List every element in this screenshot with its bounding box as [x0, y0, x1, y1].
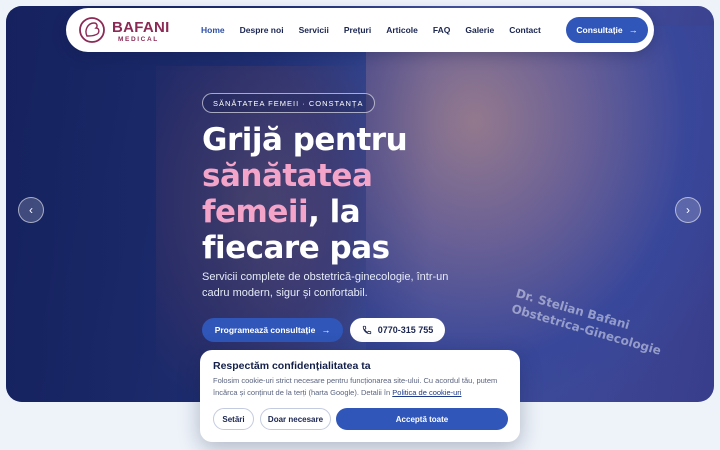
- cookie-title: Respectăm confidențialitatea ta: [213, 360, 371, 372]
- cookie-banner: Respectăm confidențialitatea ta Folosim …: [200, 350, 520, 442]
- cookie-settings-button[interactable]: Setări: [213, 408, 254, 430]
- nav-link-faq[interactable]: FAQ: [433, 25, 450, 35]
- slider-next-button[interactable]: ›: [675, 197, 701, 223]
- chevron-right-icon: ›: [686, 203, 690, 217]
- arrow-right-icon: →: [628, 25, 638, 35]
- consultation-label: Consultație: [576, 25, 623, 35]
- book-consultation-label: Programează consultație: [214, 325, 316, 335]
- chevron-left-icon: ‹: [29, 203, 33, 217]
- hero-tagline: SĂNĂTATEA FEMEII · CONSTANȚA: [202, 93, 375, 113]
- headline-rest: , la: [308, 194, 361, 230]
- nav-link-gallery[interactable]: Galerie: [465, 25, 494, 35]
- brand-subtitle: MEDICAL: [118, 36, 159, 43]
- headline-line-4: fiecare pas: [202, 230, 390, 266]
- cookie-accept-button[interactable]: Acceptă toate: [336, 408, 508, 430]
- phone-icon: [362, 325, 371, 335]
- arrow-right-icon: →: [321, 325, 331, 335]
- headline-line-3: femeii, la: [202, 194, 462, 230]
- consultation-button[interactable]: Consultație →: [566, 17, 648, 43]
- nav-links: Home Despre noi Servicii Prețuri Articol…: [201, 8, 556, 52]
- headline-line-1: Grijă pentru: [202, 122, 408, 158]
- hero-section: Dr. Stelian Bafani Obstetrica-Ginecologi…: [6, 6, 714, 402]
- logo-mark-icon: [79, 17, 105, 43]
- book-consultation-button[interactable]: Programează consultație →: [202, 318, 343, 342]
- nav-link-home[interactable]: Home: [201, 25, 225, 35]
- top-navbar: BAFANI MEDICAL Home Despre noi Servicii …: [66, 8, 654, 52]
- cookie-policy-link[interactable]: Politica de cookie-uri: [392, 388, 461, 397]
- brand-name: BAFANI: [112, 19, 170, 36]
- hero-headline: Grijă pentru sănătatea femeii, la fiecar…: [202, 122, 462, 266]
- cookie-text: Folosim cookie-uri strict necesare pentr…: [213, 375, 513, 399]
- nav-link-articles[interactable]: Articole: [386, 25, 418, 35]
- cookie-necessary-button[interactable]: Doar necesare: [260, 408, 331, 430]
- headline-pink-word: femeii: [202, 194, 309, 230]
- phone-label: 0770-315 755: [377, 325, 434, 335]
- nav-link-services[interactable]: Servicii: [299, 25, 329, 35]
- headline-line-2: sănătatea: [202, 158, 373, 194]
- nav-link-prices[interactable]: Prețuri: [344, 25, 371, 35]
- nav-link-contact[interactable]: Contact: [509, 25, 541, 35]
- brand-logo[interactable]: BAFANI MEDICAL: [78, 14, 170, 46]
- slider-prev-button[interactable]: ‹: [18, 197, 44, 223]
- nav-link-about[interactable]: Despre noi: [240, 25, 284, 35]
- phone-button[interactable]: 0770-315 755: [350, 318, 445, 342]
- hero-subtitle: Servicii complete de obstetrică-ginecolo…: [202, 271, 449, 299]
